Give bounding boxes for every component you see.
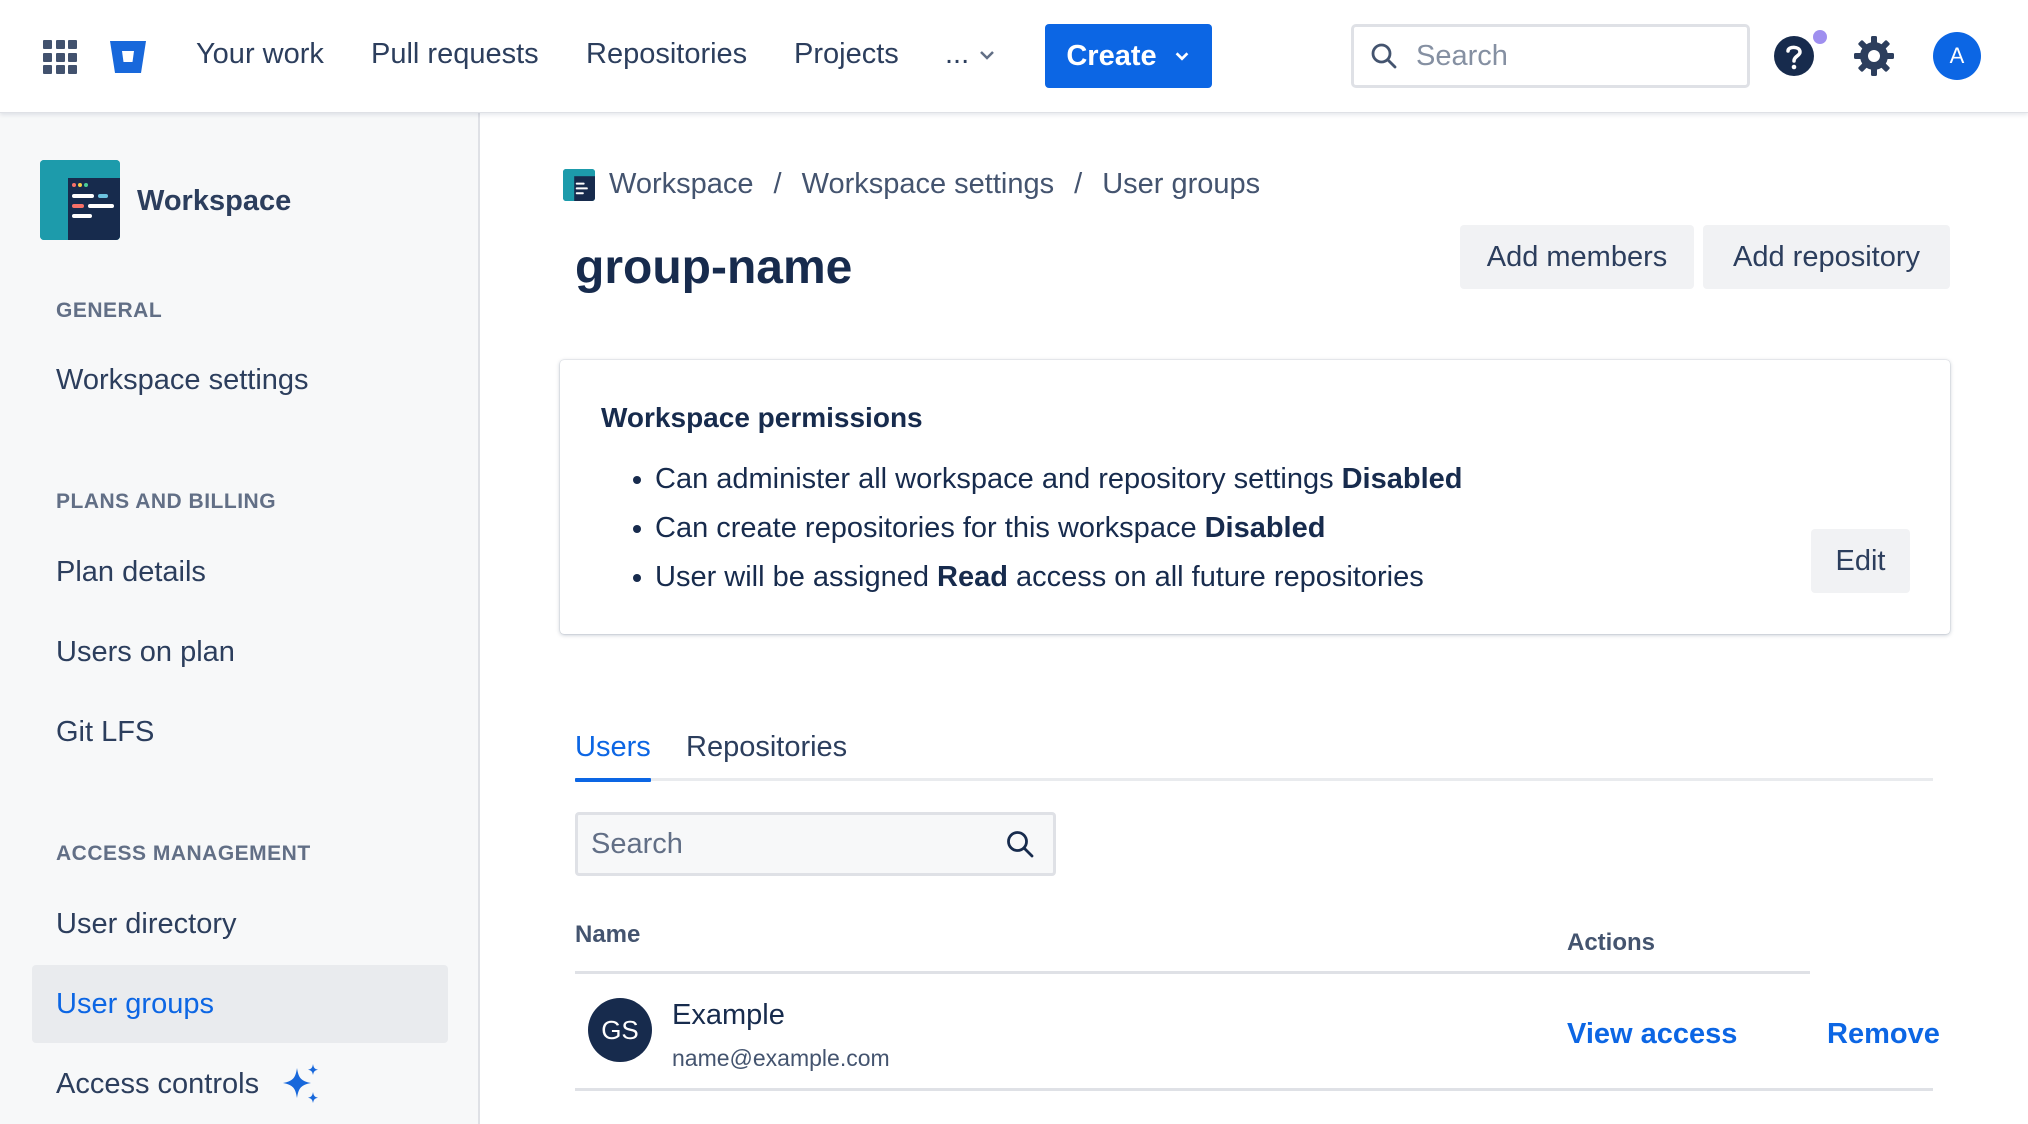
workspace-logo-icon [40,160,120,240]
tab-users[interactable]: Users [575,731,651,782]
search-icon [1371,43,1397,69]
sidebar-item-workspace-settings[interactable]: Workspace settings [32,341,448,419]
notification-dot [1813,30,1827,44]
breadcrumb-workspace-settings[interactable]: Workspace settings [802,168,1055,201]
workspace-name: Workspace [137,185,292,217]
sidebar-item-plan-details[interactable]: Plan details [32,533,448,611]
breadcrumb-separator: / [773,168,782,200]
sidebar-item-users-on-plan[interactable]: Users on plan [32,613,448,691]
sidebar-item-access-controls[interactable]: Access controls [32,1045,448,1123]
table-header-divider [575,971,1810,974]
user-search-input[interactable] [591,827,991,861]
sidebar-item-user-groups[interactable]: User groups [32,965,448,1043]
tab-bar: Users Repositories [575,727,1933,782]
section-heading-access-management: ACCESS MANAGEMENT [56,842,311,865]
column-header-name: Name [575,921,641,948]
breadcrumb-user-groups[interactable]: User groups [1102,168,1260,201]
gear-icon[interactable] [1852,34,1896,78]
page-title: group-name [575,241,853,294]
chevron-down-icon [1175,52,1188,61]
sidebar-item-label: User groups [56,987,214,1020]
sidebar: Workspace GENERAL Workspace settings PLA… [0,113,480,1124]
global-search[interactable] [1351,24,1750,88]
help-icon[interactable] [1773,35,1815,77]
user-name: Example [672,999,785,1031]
chevron-down-icon [980,50,995,60]
sidebar-item-label: Plan details [56,555,206,588]
add-members-button[interactable]: Add members [1460,225,1694,289]
sidebar-item-git-lfs[interactable]: Git LFS [32,693,448,771]
create-button[interactable]: Create [1045,24,1212,88]
add-repository-button[interactable]: Add repository [1703,225,1950,289]
app-switcher-icon[interactable] [43,40,77,74]
nav-more-label: ... [945,38,970,70]
view-access-link[interactable]: View access [1567,1018,1737,1051]
tab-repositories[interactable]: Repositories [686,731,847,764]
global-search-input[interactable] [1416,39,1716,73]
bitbucket-logo-icon[interactable] [108,37,148,77]
breadcrumb: Workspace / Workspace settings / User gr… [563,168,1260,201]
avatar: GS [588,998,652,1062]
sidebar-item-user-directory[interactable]: User directory [32,885,448,963]
search-icon [1007,831,1034,858]
nav-more-button[interactable]: ... [945,38,997,71]
sidebar-item-label: Workspace settings [56,363,309,396]
nav-projects[interactable]: Projects [794,38,899,71]
section-heading-general: GENERAL [56,299,163,322]
sidebar-item-label: Access controls [56,1067,260,1100]
permission-item: Can administer all workspace and reposit… [632,455,1470,504]
permission-item: User will be assigned Read access on all f… [632,553,1470,602]
edit-permissions-button[interactable]: Edit [1811,529,1910,593]
breadcrumb-workspace[interactable]: Workspace [609,168,754,201]
permissions-list: Can administer all workspace and reposit… [632,455,1470,602]
sparkle-icon [283,1064,319,1103]
nav-repositories[interactable]: Repositories [586,38,747,71]
permissions-title: Workspace permissions [601,402,923,433]
user-search[interactable] [575,812,1056,876]
table-row-divider [575,1088,1933,1091]
sidebar-item-label: Users on plan [56,635,235,668]
remove-link[interactable]: Remove [1827,1018,1940,1051]
permission-item: Can create repositories for this workspa… [632,504,1470,553]
create-button-label: Create [1066,39,1157,72]
workspace-logo-icon [563,168,595,201]
workspace-permissions-card: Workspace permissions Can administer all… [560,360,1950,634]
sidebar-item-label: Git LFS [56,715,155,748]
user-avatar[interactable]: A [1933,32,1981,80]
section-heading-plans-and-billing: PLANS AND BILLING [56,490,277,513]
sidebar-item-label: User directory [56,907,237,940]
user-email: name@example.com [672,1045,890,1071]
breadcrumb-separator: / [1074,168,1083,200]
nav-pull-requests[interactable]: Pull requests [371,38,539,71]
top-navigation: Your work Pull requests Repositories Pro… [0,0,2028,113]
nav-your-work[interactable]: Your work [196,38,324,71]
column-header-actions: Actions [1567,929,1656,956]
